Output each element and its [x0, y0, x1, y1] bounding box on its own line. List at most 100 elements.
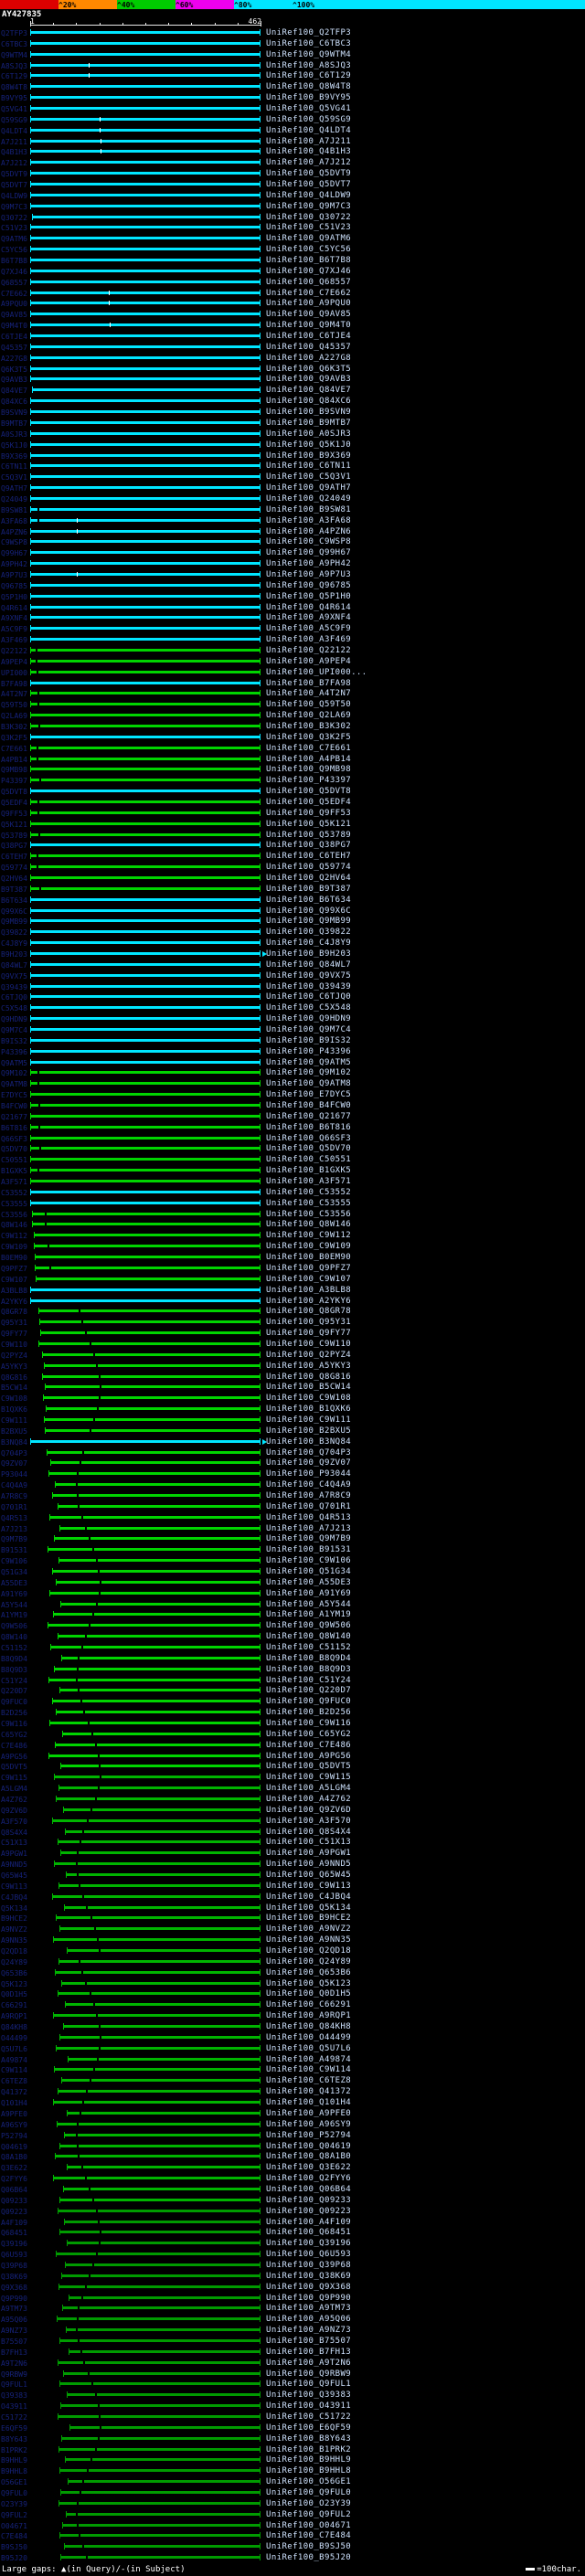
hit-bar[interactable] [30, 1180, 261, 1183]
hit-bar[interactable] [51, 1569, 261, 1573]
hit-bar[interactable] [30, 1038, 261, 1042]
hit-row[interactable]: B8Q9D3 UniRef100_B8Q9D3 [0, 1664, 585, 1675]
hit-row[interactable]: B5CW14 UniRef100_B5CW14 [0, 1382, 585, 1393]
hit-row[interactable]: Q2PYZ4 UniRef100_Q2PYZ4 [0, 1350, 585, 1361]
hit-row[interactable]: B8Y643 UniRef100_B8Y643 [0, 2433, 585, 2444]
hit-bar[interactable] [30, 886, 261, 890]
hit-label[interactable]: UniRef100_C7E661 [266, 744, 351, 753]
hit-label[interactable]: UniRef100_B9IS32 [266, 1036, 351, 1045]
hit-row[interactable]: P43397 UniRef100_P43397 [0, 775, 585, 786]
hit-row[interactable]: Q5U7L6 UniRef100_Q5U7L6 [0, 2043, 585, 2054]
hit-label[interactable]: UniRef100_C9W115 [266, 1773, 351, 1782]
hit-bar[interactable] [52, 1818, 261, 1822]
hit-row[interactable]: Q9PFZ7 UniRef100_Q9PFZ7 [0, 1263, 585, 1274]
hit-bar[interactable] [30, 540, 261, 544]
hit-row[interactable]: Q9AV85 UniRef100_Q9AV85 [0, 309, 585, 320]
hit-label[interactable]: UniRef100_B8Q9D4 [266, 1654, 351, 1663]
hit-row[interactable]: Q6K3T5 UniRef100_Q6K3T5 [0, 364, 585, 375]
hit-bar[interactable] [30, 107, 261, 110]
hit-label[interactable]: UniRef100_Q9FF53 [266, 809, 351, 818]
hit-bar[interactable] [55, 1797, 261, 1800]
hit-bar[interactable] [33, 1245, 261, 1248]
hit-label[interactable]: UniRef100_A227G8 [266, 354, 351, 363]
hit-bar[interactable] [30, 453, 261, 457]
hit-row[interactable]: Q2FYY6 UniRef100_Q2FYY6 [0, 2173, 585, 2184]
hit-row[interactable]: P52794 UniRef100_P52794 [0, 2130, 585, 2141]
hit-row[interactable]: A3F571 UniRef100_A3F571 [0, 1176, 585, 1187]
hit-row[interactable]: B1QXK6 UniRef100_B1QXK6 [0, 1404, 585, 1415]
hit-bar[interactable] [30, 518, 261, 522]
hit-row[interactable]: UPI000...UniRef100_UPI000... [0, 667, 585, 678]
hit-bar[interactable] [30, 919, 261, 923]
hit-row[interactable]: C5Q3V1 UniRef100_C5Q3V1 [0, 472, 585, 482]
hit-row[interactable]: C7E486 UniRef100_C7E486 [0, 1740, 585, 1751]
hit-bar[interactable] [59, 2469, 261, 2473]
hit-label[interactable]: UniRef100_C51Y24 [266, 1676, 351, 1685]
hit-bar[interactable] [48, 1472, 261, 1476]
hit-label[interactable]: UniRef100_Q2FYY6 [266, 2174, 351, 2183]
hit-label[interactable]: UniRef100_Q39822 [266, 928, 351, 937]
hit-label[interactable]: UniRef100_Q9P990 [266, 2294, 351, 2303]
hit-bar[interactable] [61, 2436, 261, 2440]
hit-bar[interactable] [32, 1223, 261, 1226]
hit-label[interactable]: UniRef100_C7E662 [266, 289, 351, 298]
hit-label[interactable]: UniRef100_Q8W146 [266, 1220, 351, 1229]
hit-label[interactable]: UniRef100_A4PB14 [266, 755, 351, 764]
hit-label[interactable]: UniRef100_C51X13 [266, 1838, 351, 1847]
hit-bar[interactable] [48, 1678, 261, 1681]
hit-label[interactable]: UniRef100_Q53789 [266, 831, 351, 840]
hit-bar[interactable] [30, 1299, 261, 1302]
hit-label[interactable]: UniRef100_Q9HDN9 [266, 1014, 351, 1023]
hit-label[interactable]: UniRef100_A0SJR3 [266, 429, 351, 439]
hit-row[interactable]: Q99X6C UniRef100_Q99X6C [0, 906, 585, 917]
hit-label[interactable]: UniRef100_Q21677 [266, 1112, 351, 1121]
hit-row[interactable]: C4JBQ4 UniRef100_C4JBQ4 [0, 1892, 585, 1903]
hit-label[interactable]: UniRef100_C6TBC3 [266, 39, 351, 48]
hit-row[interactable]: Q4LDT4 UniRef100_Q4LDT4 [0, 125, 585, 136]
hit-label[interactable]: UniRef100_Q9VX75 [266, 971, 351, 981]
hit-label[interactable]: UniRef100_Q96785 [266, 581, 351, 590]
hit-bar[interactable] [30, 345, 261, 348]
hit-row[interactable]: Q2QD18 UniRef100_Q2QD18 [0, 1945, 585, 1956]
hit-row[interactable]: E6QF59 UniRef100_E6QF59 [0, 2422, 585, 2433]
hit-bar[interactable] [30, 1017, 261, 1021]
hit-bar[interactable] [30, 431, 261, 435]
hit-bar[interactable] [30, 757, 261, 760]
hit-row[interactable]: Q5VG41 UniRef100_Q5VG41 [0, 103, 585, 114]
hit-row[interactable]: A9NND5 UniRef100_A9NND5 [0, 1859, 585, 1870]
hit-row[interactable]: A9NZ73 UniRef100_A9NZ73 [0, 2325, 585, 2336]
hit-label[interactable]: UniRef100_B4FCW0 [266, 1101, 351, 1110]
hit-label[interactable]: UniRef100_B9H203 [266, 949, 351, 959]
hit-row[interactable]: Q9ATM8 UniRef100_Q9ATM8 [0, 1078, 585, 1089]
hit-label[interactable]: UniRef100_B95J20 [266, 2553, 351, 2562]
hit-bar[interactable] [62, 2371, 261, 2375]
hit-bar[interactable] [30, 63, 261, 67]
hit-row[interactable]: Q9FUL0 UniRef100_Q9FUL0 [0, 2487, 585, 2498]
hit-bar[interactable] [30, 237, 261, 240]
hit-bar[interactable] [30, 475, 261, 479]
hit-bar[interactable] [30, 995, 261, 999]
hit-label[interactable]: UniRef100_A7J211 [266, 137, 351, 146]
hit-row[interactable]: E7DYC5 UniRef100_E7DYC5 [0, 1089, 585, 1100]
hit-label[interactable]: UniRef100_A9PGW1 [266, 1849, 351, 1858]
hit-bar[interactable] [56, 2122, 261, 2125]
hit-row[interactable]: A5LGM4 UniRef100_A5LGM4 [0, 1783, 585, 1794]
hit-label[interactable]: UniRef100_A9P7U3 [266, 570, 351, 579]
hit-bar[interactable] [30, 399, 261, 403]
hit-bar[interactable] [31, 215, 261, 218]
hit-bar[interactable] [60, 2404, 261, 2408]
hit-label[interactable]: UniRef100_A4F109 [266, 2218, 351, 2227]
hit-row[interactable]: Q99H67 UniRef100_Q99H67 [0, 547, 585, 558]
hit-bar[interactable] [49, 1722, 261, 1724]
hit-label[interactable]: UniRef100_A9NN35 [266, 1935, 351, 1945]
hit-bar[interactable] [30, 96, 261, 100]
hit-bar[interactable] [30, 768, 261, 771]
hit-bar[interactable] [54, 1970, 261, 1974]
hit-bar[interactable] [48, 1548, 261, 1552]
hit-bar[interactable] [30, 150, 261, 154]
hit-row[interactable]: Q9RBW9 UniRef100_Q9RBW9 [0, 2369, 585, 2380]
hit-row[interactable]: Q2HV64 UniRef100_Q2HV64 [0, 873, 585, 884]
hit-bar[interactable] [63, 2220, 261, 2223]
hit-row[interactable]: Q9MB99 UniRef100_Q9MB99 [0, 916, 585, 927]
hit-bar[interactable] [30, 172, 261, 175]
